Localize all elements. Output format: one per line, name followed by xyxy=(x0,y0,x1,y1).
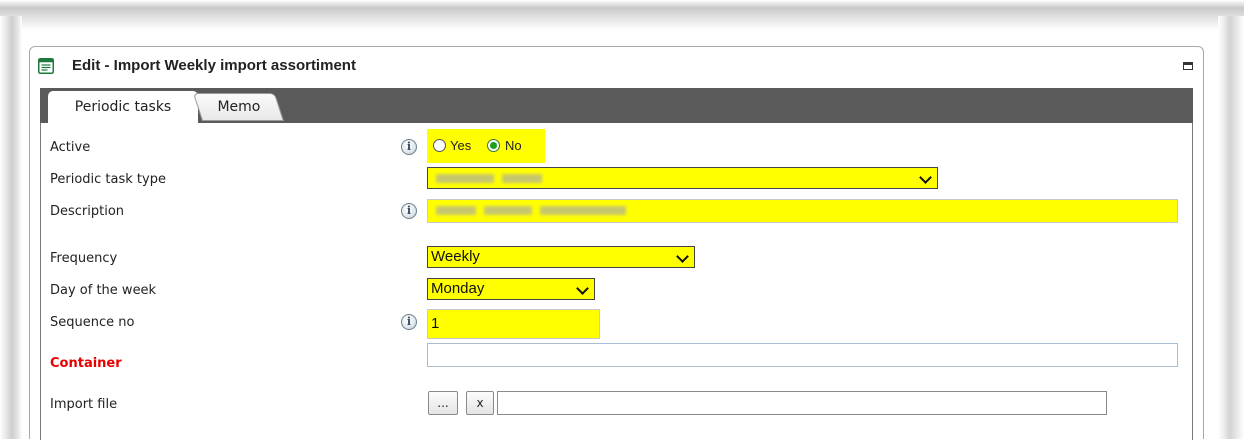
task-type-label: Periodic task type xyxy=(50,172,166,187)
clear-button[interactable]: x xyxy=(466,391,494,415)
browse-button[interactable]: ... xyxy=(428,391,458,415)
info-icon[interactable]: i xyxy=(401,203,417,219)
tab-label: Memo xyxy=(216,99,260,115)
active-no-label: No xyxy=(505,138,522,153)
edit-window: Edit - Import Weekly import assortiment … xyxy=(29,46,1204,440)
frequency-label: Frequency xyxy=(50,251,118,266)
container-label: Container xyxy=(50,356,122,371)
backdrop-shadow-left xyxy=(0,16,22,439)
sequence-no-value: 1 xyxy=(431,315,440,332)
active-no-radio[interactable] xyxy=(487,139,500,152)
tab-memo[interactable]: Memo xyxy=(192,93,284,121)
tab-bar: Periodic tasks Memo xyxy=(40,88,1193,123)
redacted-text xyxy=(502,174,542,183)
day-of-week-value: Monday xyxy=(431,280,485,297)
backdrop-shadow-top xyxy=(0,0,1244,30)
redacted-text xyxy=(484,206,532,215)
sequence-no-label: Sequence no xyxy=(50,315,135,330)
container-input[interactable] xyxy=(427,343,1178,367)
chevron-down-icon xyxy=(576,282,589,295)
day-of-week-select[interactable]: Monday xyxy=(427,278,595,300)
backdrop-shadow-right xyxy=(1218,16,1244,439)
task-type-select[interactable] xyxy=(427,167,938,189)
tab-label: Periodic tasks xyxy=(74,99,172,115)
info-icon[interactable]: i xyxy=(401,314,417,330)
import-file-label: Import file xyxy=(50,397,118,412)
window-titlebar: Edit - Import Weekly import assortiment xyxy=(30,47,1203,87)
sequence-no-input[interactable]: 1 xyxy=(427,309,600,339)
redacted-text xyxy=(436,206,476,215)
description-input[interactable] xyxy=(427,199,1178,223)
day-of-week-label: Day of the week xyxy=(50,283,157,298)
active-label: Active xyxy=(50,140,91,155)
form-document-icon xyxy=(38,58,54,74)
chevron-down-icon xyxy=(676,250,689,263)
active-yes-label: Yes xyxy=(450,138,472,153)
description-label: Description xyxy=(50,204,125,219)
maximize-icon[interactable] xyxy=(1183,62,1193,70)
redacted-text xyxy=(436,174,494,183)
active-radio-group: Yes No xyxy=(427,129,545,163)
window-title: Edit - Import Weekly import assortiment xyxy=(72,57,356,74)
frequency-select[interactable]: Weekly xyxy=(427,246,695,268)
import-file-input[interactable] xyxy=(497,391,1107,415)
frequency-value: Weekly xyxy=(431,248,480,265)
tab-periodic-tasks[interactable]: Periodic tasks xyxy=(48,91,198,123)
active-yes-radio[interactable] xyxy=(433,139,446,152)
redacted-text xyxy=(540,206,626,215)
info-icon[interactable]: i xyxy=(401,139,417,155)
chevron-down-icon xyxy=(919,171,932,184)
